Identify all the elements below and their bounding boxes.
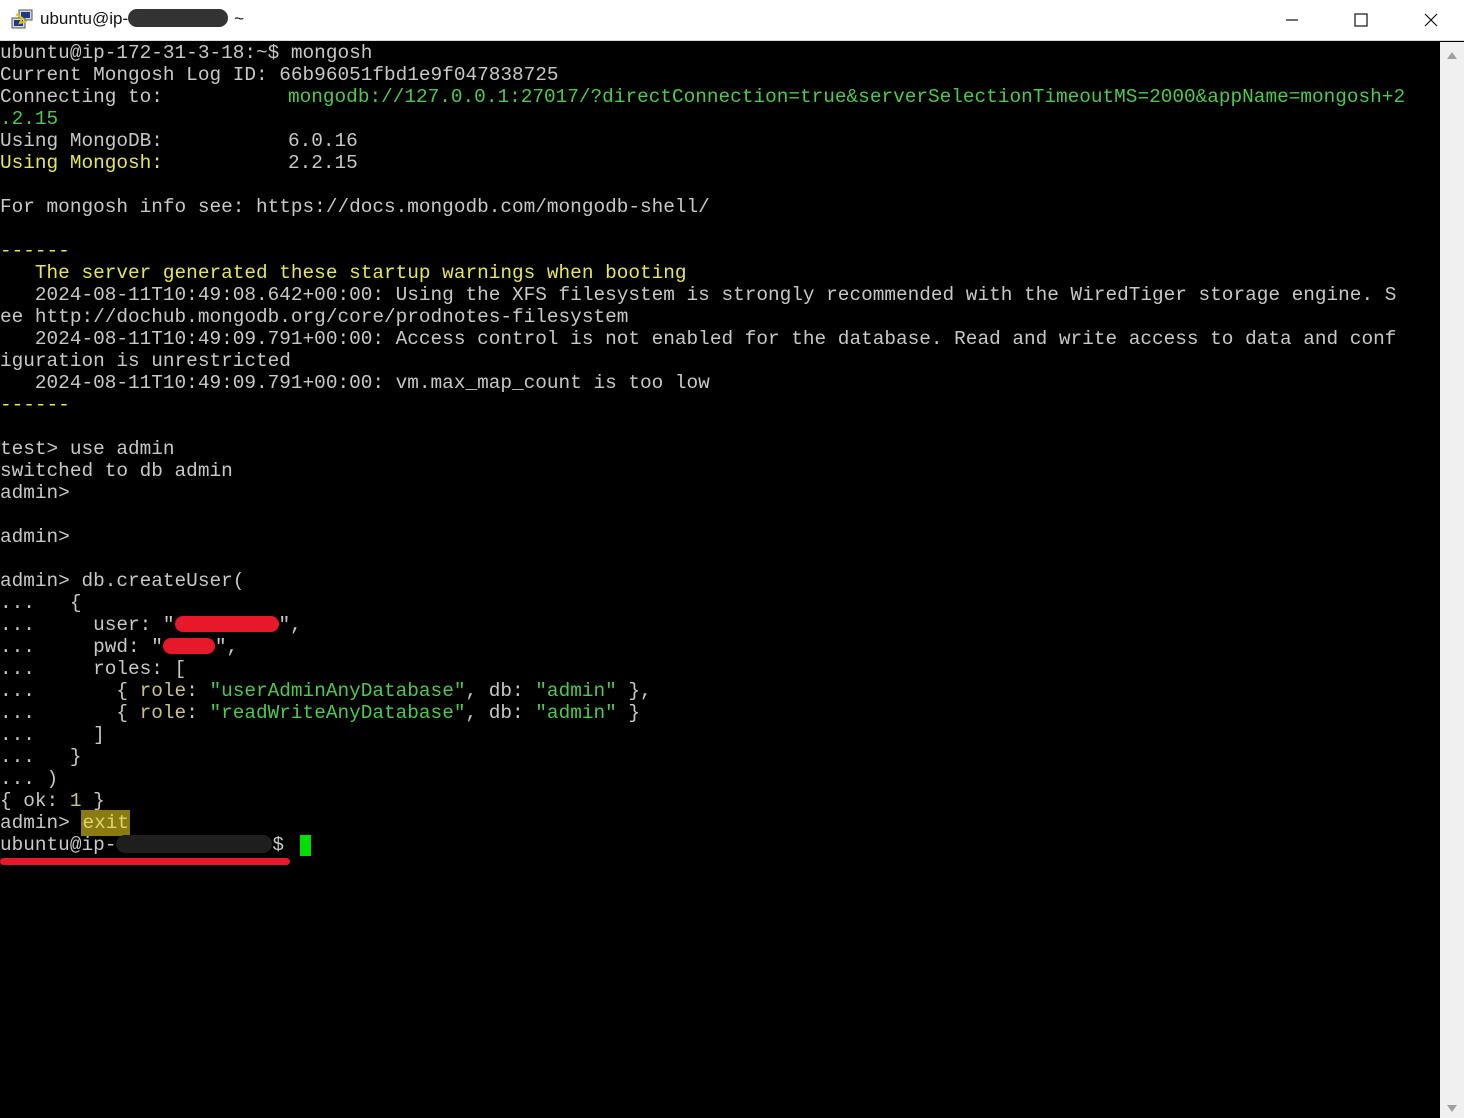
code-text: ... user: " — [0, 614, 175, 636]
code-text: , db: — [465, 702, 536, 724]
window-title: ubuntu@ip- ~ — [40, 9, 244, 29]
window-titlebar: ubuntu@ip- ~ — [0, 0, 1464, 41]
terminal-line: ... roles: [ — [0, 658, 187, 680]
window-title-prefix: ubuntu@ip- — [40, 9, 129, 28]
putty-icon — [11, 9, 33, 29]
terminal-line: 2024-08-11T10:49:09.791+00:00: Access co… — [0, 328, 1397, 350]
terminal-line: .2.15 — [0, 108, 59, 130]
code-string: "userAdminAnyDatabase" — [209, 680, 466, 702]
redacted-password — [162, 638, 215, 654]
terminal-line: ... ) — [0, 768, 59, 790]
terminal-line: { ok: 1 } — [0, 790, 105, 812]
code-string: "readWriteAnyDatabase" — [209, 702, 466, 724]
terminal-line: iguration is unrestricted — [0, 350, 291, 372]
code-text: { ok: — [0, 790, 70, 812]
prompt: ubuntu@ip- — [0, 834, 117, 856]
terminal-output[interactable]: ubuntu@ip-172-31-3-18:~$ mongosh Current… — [0, 42, 1440, 1118]
code-text: : — [186, 680, 210, 702]
redacted-hostname — [128, 9, 229, 27]
code-text: ... { — [0, 702, 140, 724]
terminal-line: ... { — [0, 592, 82, 614]
terminal-line: 2024-08-11T10:49:09.791+00:00: vm.max_ma… — [0, 372, 710, 394]
code-text: : — [186, 702, 210, 724]
terminal-line: For mongosh info see: https://docs.mongo… — [0, 196, 710, 218]
code-text: ... { — [0, 680, 140, 702]
terminal-line: ... } — [0, 746, 82, 768]
terminal-value: 6.0.16 — [288, 130, 358, 152]
terminal-line: Current Mongosh Log ID: 66b96051fbd1e9f0… — [0, 64, 559, 86]
terminal-line: ------ — [0, 240, 70, 262]
terminal-line: ... user: " ", — [0, 614, 302, 636]
terminal-line: ------ — [0, 394, 70, 416]
terminal-value: mongodb://127.0.0.1:27017/?directConnect… — [288, 86, 1406, 108]
code-text: }, — [616, 680, 652, 702]
terminal-line: admin> — [0, 526, 70, 548]
prompt: admin> — [0, 812, 82, 834]
terminal-cursor — [300, 835, 311, 856]
code-text: ", — [278, 614, 302, 636]
terminal-line: ... { role: "userAdminAnyDatabase", db: … — [0, 680, 652, 702]
terminal-line: The server generated these startup warni… — [0, 262, 687, 284]
terminal-line: test> use admin — [0, 438, 175, 460]
code-key: role — [139, 680, 187, 702]
scroll-up-icon[interactable] — [1447, 52, 1457, 59]
terminal-label: Using MongoDB: — [0, 130, 163, 152]
terminal-line: switched to db admin — [0, 460, 233, 482]
terminal-line: ... pwd: " ", — [0, 636, 238, 658]
terminal-label: Connecting to: — [0, 86, 163, 108]
terminal-line: admin> exit — [0, 810, 131, 836]
terminal-line: admin> — [0, 482, 70, 504]
vertical-scrollbar[interactable] — [1440, 42, 1464, 1118]
red-annotation-underline — [0, 858, 290, 865]
code-string: "admin" — [535, 680, 617, 702]
code-text: } — [616, 702, 641, 724]
minimize-button[interactable] — [1257, 0, 1327, 40]
terminal-line: Using MongoDB: 6.0.16 — [0, 130, 358, 152]
highlighted-command: exit — [81, 810, 131, 836]
redacted-username — [174, 616, 279, 632]
terminal-line: ... ] — [0, 724, 105, 746]
code-text: ", — [214, 636, 239, 658]
terminal-line: admin> db.createUser( — [0, 570, 245, 592]
code-text: , db: — [465, 680, 536, 702]
minimize-icon — [1286, 19, 1298, 21]
scroll-down-icon[interactable] — [1447, 1105, 1457, 1112]
code-key: role — [139, 702, 187, 724]
close-button[interactable] — [1396, 0, 1464, 40]
terminal-line: Connecting to: mongodb://127.0.0.1:27017/… — [0, 86, 1405, 108]
maximize-icon — [1354, 13, 1368, 27]
code-text: } — [81, 790, 105, 812]
terminal-label: Using Mongosh: — [0, 152, 163, 174]
prompt: $ — [272, 834, 296, 856]
terminal-line: ee http://dochub.mongodb.org/core/prodno… — [0, 306, 629, 328]
terminal-line: Using Mongosh: 2.2.15 — [0, 152, 358, 174]
terminal-line: ... { role: "readWriteAnyDatabase", db: … — [0, 702, 640, 724]
terminal-line: 2024-08-11T10:49:08.642+00:00: Using the… — [0, 284, 1397, 306]
redacted-hostname — [116, 835, 273, 853]
maximize-button[interactable] — [1326, 0, 1396, 40]
close-icon — [1424, 13, 1438, 27]
terminal-line: ubuntu@ip-172-31-3-18:~$ mongosh — [0, 42, 373, 64]
code-number: 1 — [69, 790, 82, 812]
terminal-value: 2.2.15 — [288, 152, 358, 174]
code-string: "admin" — [535, 702, 617, 724]
window-title-suffix: ~ — [234, 9, 245, 28]
terminal-line: ubuntu@ip- $ — [0, 834, 296, 856]
code-text: ... pwd: " — [0, 636, 163, 658]
